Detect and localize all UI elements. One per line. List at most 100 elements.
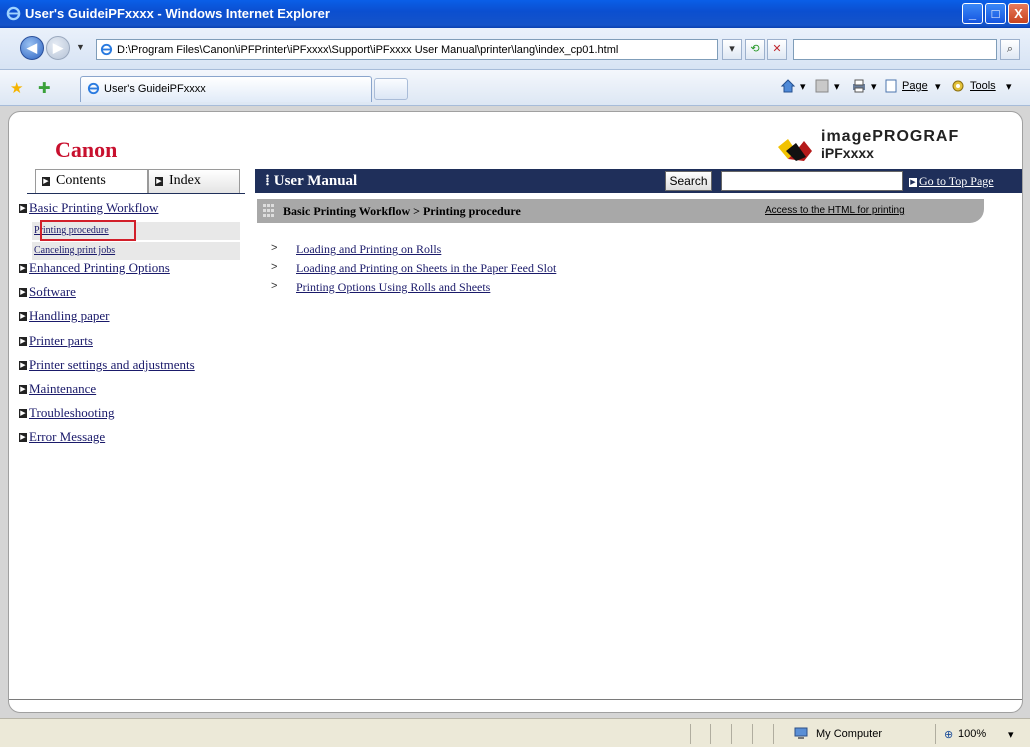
stop-icon[interactable]: ✕ xyxy=(767,39,787,60)
nav-item-printer-parts[interactable]: Printer parts xyxy=(29,333,93,349)
page-title-text: User Manual xyxy=(273,173,358,189)
address-field[interactable]: D:\Program Files\Canon\iPFPrinter\iPFxxx… xyxy=(96,39,718,60)
arrow-icon: ▶ xyxy=(19,433,27,442)
feeds-dropdown-icon[interactable]: ▾ xyxy=(834,80,840,93)
zoom-icon: ⊕ xyxy=(944,729,954,741)
search-icon[interactable]: ⌕ xyxy=(1000,39,1020,60)
arrow-icon: ▶ xyxy=(42,177,50,186)
favorites-star-icon[interactable]: ★ xyxy=(10,79,23,97)
tab-contents-label: Contents xyxy=(56,173,106,188)
status-divider xyxy=(690,724,691,744)
minimize-button[interactable]: _ xyxy=(962,3,983,24)
status-divider xyxy=(710,724,711,744)
add-favorite-icon[interactable]: ✚ xyxy=(38,79,51,97)
arrow-icon: ▶ xyxy=(19,264,27,273)
page-menu[interactable]: Page xyxy=(902,80,928,92)
status-divider xyxy=(731,724,732,744)
nav-item-error-message[interactable]: Error Message xyxy=(29,429,105,445)
chevron-right-icon: > xyxy=(271,280,278,292)
status-divider xyxy=(752,724,753,744)
page-title: ⁞ User Manual xyxy=(265,173,358,189)
print-icon[interactable] xyxy=(851,78,867,94)
nav-item-basic-printing-workflow[interactable]: Basic Printing Workflow xyxy=(29,200,158,216)
product-model: iPFxxxx xyxy=(821,145,874,161)
tab-underline xyxy=(27,193,245,194)
print-dropdown-icon[interactable]: ▾ xyxy=(871,80,877,93)
forward-button[interactable]: ▶ xyxy=(46,36,70,60)
ie-page-icon xyxy=(100,43,113,56)
selection-highlight xyxy=(40,220,136,241)
topic-link-rolls[interactable]: Loading and Printing on Rolls xyxy=(296,242,441,257)
arrow-icon: ▶ xyxy=(19,385,27,394)
nav-item-printer-settings[interactable]: Printer settings and adjustments xyxy=(29,357,195,373)
tools-menu[interactable]: Tools xyxy=(970,80,996,92)
feeds-icon[interactable] xyxy=(814,78,830,94)
tab-index[interactable]: ▶ Index xyxy=(148,169,240,193)
status-bar: My Computer ⊕ 100% ▾ xyxy=(0,718,1030,747)
print-html-link[interactable]: Access to the HTML for printing xyxy=(765,205,905,216)
nav-item-troubleshooting[interactable]: Troubleshooting xyxy=(29,405,114,421)
window-title: User's GuideiPFxxxx - Windows Internet E… xyxy=(25,6,330,21)
help-page: Canon imagePROGRAF iPFxxxx ▶ Contents ▶ In… xyxy=(8,111,1023,713)
nav-item-enhanced-printing-options[interactable]: Enhanced Printing Options xyxy=(29,260,170,276)
canon-logo: Canon xyxy=(55,137,118,162)
address-dropdown-button[interactable]: ▾ xyxy=(722,39,742,60)
arrow-icon: ▶ xyxy=(19,204,27,213)
gear-icon xyxy=(952,80,964,92)
home-dropdown-icon[interactable]: ▾ xyxy=(800,80,806,93)
title-bar: User's GuideiPFxxxx - Windows Internet E… xyxy=(0,0,1030,28)
arrow-icon: ▶ xyxy=(19,288,27,297)
chevron-right-icon: > xyxy=(271,261,278,273)
grid-icon xyxy=(263,204,274,217)
refresh-icon[interactable]: ⟲ xyxy=(745,39,765,60)
maximize-button[interactable]: □ xyxy=(985,3,1006,24)
home-icon[interactable] xyxy=(780,78,796,94)
arrow-icon: ▶ xyxy=(19,409,27,418)
security-zone: My Computer xyxy=(816,728,883,740)
arrow-icon: ▶ xyxy=(19,337,27,346)
chevron-right-icon: > xyxy=(271,242,278,254)
topic-link-options[interactable]: Printing Options Using Rolls and Sheets xyxy=(296,280,490,295)
imageprograf-logo-icon xyxy=(778,139,812,161)
search-input[interactable] xyxy=(793,39,997,60)
topic-link-sheets[interactable]: Loading and Printing on Sheets in the Pa… xyxy=(296,261,556,276)
history-dropdown-icon[interactable]: ▼ xyxy=(76,42,85,52)
top-page-link-label: Go to Top Page xyxy=(919,174,994,188)
address-url: D:\Program Files\Canon\iPFPrinter\iPFxxx… xyxy=(117,44,619,56)
address-bar-row: ◀ ▶ ▼ D:\Program Files\Canon\iPFPrinter\… xyxy=(0,28,1030,70)
zoom-dropdown-icon[interactable]: ▾ xyxy=(1008,728,1014,741)
content-frame: Canon imagePROGRAF iPFxxxx ▶ Contents ▶ In… xyxy=(0,106,1030,718)
tab-label: User's GuideiPFxxxx xyxy=(104,83,206,95)
subnav-item-canceling-print-jobs[interactable]: Canceling print jobs xyxy=(32,242,240,260)
back-button[interactable]: ◀ xyxy=(20,36,44,60)
ie-page-icon xyxy=(87,82,100,95)
nav-item-handling-paper[interactable]: Handling paper xyxy=(29,308,110,324)
zoom-level[interactable]: 100% xyxy=(958,728,986,740)
top-page-link[interactable]: ▶ Go to Top Page xyxy=(909,174,994,189)
arrow-icon: ▶ xyxy=(909,178,917,187)
nav-item-software[interactable]: Software xyxy=(29,284,76,300)
tab-index-label: Index xyxy=(169,173,201,188)
status-divider xyxy=(773,724,774,744)
arrow-icon: ▶ xyxy=(155,177,163,186)
nav-item-maintenance[interactable]: Maintenance xyxy=(29,381,96,397)
tab-active[interactable]: User's GuideiPFxxxx xyxy=(80,76,372,102)
page-menu-icon xyxy=(885,79,897,93)
status-divider xyxy=(935,724,936,744)
search-button[interactable]: Search xyxy=(665,171,712,191)
manual-header: ⁞ User Manual Search ▶ Go to Top Page xyxy=(255,169,1022,193)
breadcrumb: Basic Printing Workflow > Printing proce… xyxy=(257,199,984,223)
page-bottom-rule xyxy=(9,699,1022,700)
breadcrumb-text: Basic Printing Workflow > Printing proce… xyxy=(283,204,521,218)
tools-dropdown-icon[interactable]: ▾ xyxy=(1006,80,1012,93)
page-dropdown-icon[interactable]: ▾ xyxy=(935,80,941,93)
new-tab-button[interactable] xyxy=(374,78,408,100)
browser-window: User's GuideiPFxxxx - Windows Internet E… xyxy=(0,0,1030,747)
arrow-icon: ▶ xyxy=(19,312,27,321)
computer-icon xyxy=(794,727,808,739)
manual-search-input[interactable] xyxy=(721,171,903,191)
tab-row: ★ ✚ User's GuideiPFxxxx ▾ ▾ ▾ Page ▾ Too… xyxy=(0,70,1030,106)
tab-contents[interactable]: ▶ Contents xyxy=(35,169,148,194)
product-line-name: imagePROGRAF xyxy=(821,128,960,145)
close-button[interactable]: X xyxy=(1008,3,1029,24)
